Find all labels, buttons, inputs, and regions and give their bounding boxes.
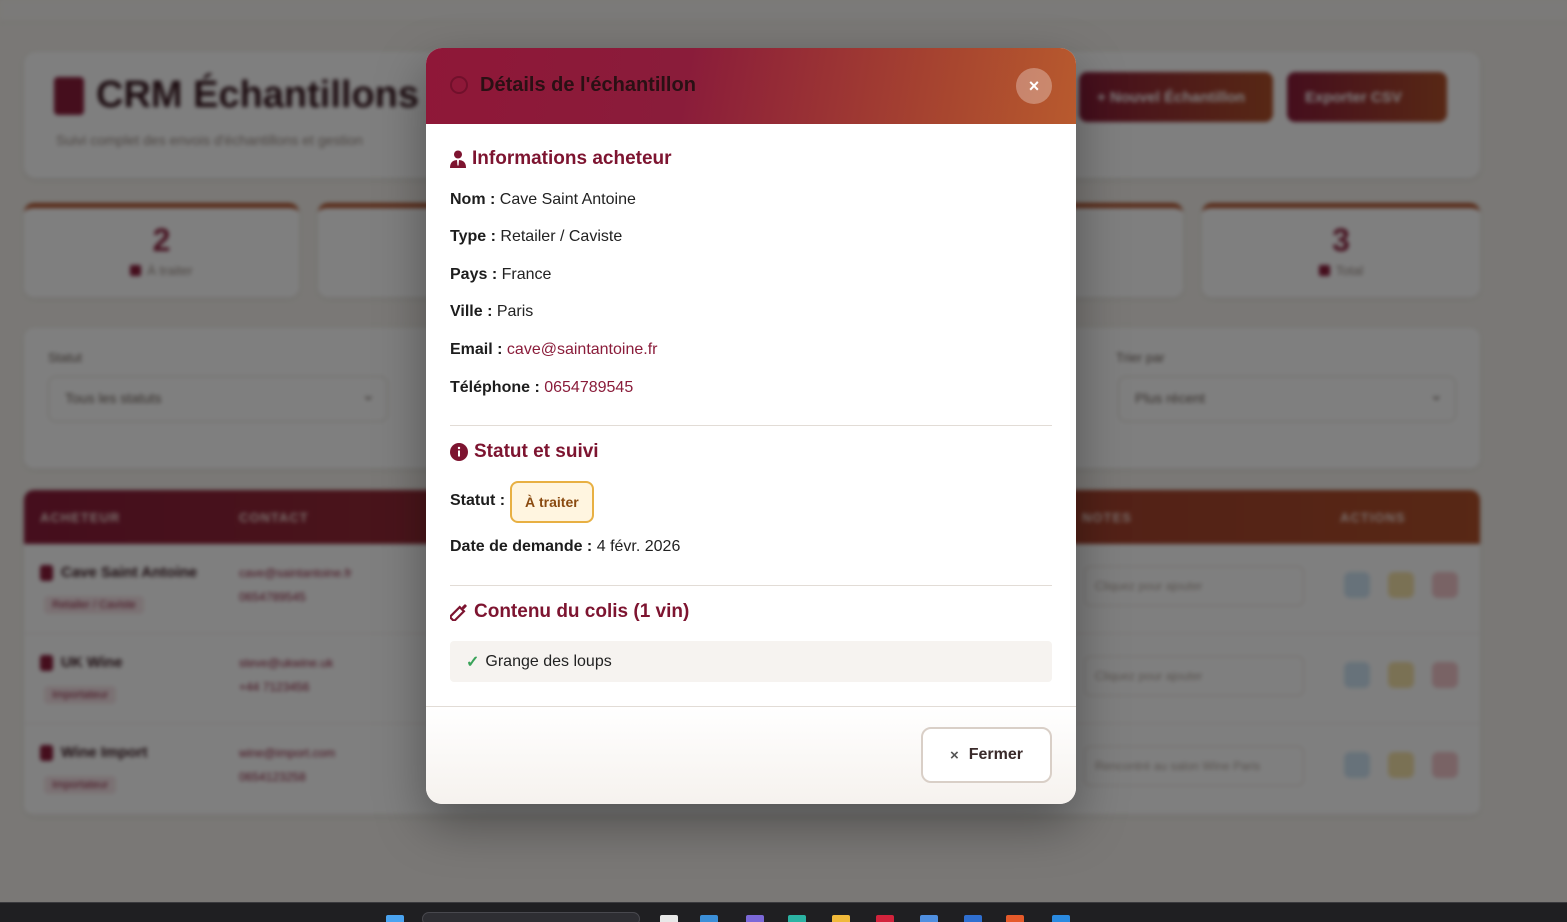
check-icon: ✓ [466,653,480,671]
list-item: ✓ Grange des loups [450,641,1052,682]
buyer-country-field: Pays : France [450,266,552,283]
buyer-type-field: Type : Retailer / Caviste [450,228,623,245]
app-icon[interactable] [746,915,764,922]
buyer-country-value: France [501,266,552,283]
contents-section-title: Contenu du colis (1 vin) [450,601,689,623]
close-button[interactable]: × Fermer [921,727,1052,783]
section-divider [450,585,1052,586]
vscode-icon[interactable] [1052,915,1070,922]
buyer-phone-field: Téléphone : 0654789545 [450,379,634,396]
close-icon[interactable]: × [1016,68,1052,104]
buyer-email-field: Email : cave@saintantoine.fr [450,341,658,358]
status-label: Statut : [450,492,506,509]
app-icon[interactable] [660,915,678,922]
buyer-type-value: Retailer / Caviste [500,228,623,245]
app-icon[interactable] [964,915,982,922]
app-icon[interactable] [1006,915,1024,922]
browser-icon[interactable] [788,915,806,922]
user-tie-icon [450,150,466,168]
sample-details-modal: Détails de l'échantillon × Informations … [426,48,1076,804]
info-icon [450,76,468,94]
status-badge: À traiter [510,481,594,523]
buyer-name-field: Nom : Cave Saint Antoine [450,191,636,208]
info-circle-icon [450,443,468,461]
phone-link[interactable]: 0654789545 [544,379,633,396]
section-divider [450,425,1052,426]
app-icon[interactable] [876,915,894,922]
close-icon: × [949,746,959,764]
request-date-field: Date de demande : 4 févr. 2026 [450,538,681,555]
taskbar-search[interactable] [422,912,640,922]
buyer-city-field: Ville : Paris [450,303,534,320]
buyer-section-title: Informations acheteur [450,148,672,170]
status-section-title: Statut et suivi [450,441,599,463]
modal-title: Détails de l'échantillon [480,74,696,96]
modal-header: Détails de l'échantillon × [426,48,1076,124]
taskbar [0,902,1567,922]
calendar-icon[interactable] [920,915,938,922]
wine-name: Grange des loups [485,652,612,670]
folder-icon[interactable] [832,915,850,922]
modal-footer: × Fermer [426,707,1076,804]
wine-bottle-icon [450,603,468,621]
close-button-label: Fermer [968,746,1023,763]
start-icon[interactable] [386,915,404,922]
buyer-name-value: Cave Saint Antoine [499,191,636,208]
request-date-value: 4 févr. 2026 [596,538,681,555]
app-icon[interactable] [700,915,718,922]
buyer-city-value: Paris [496,303,534,320]
email-link[interactable]: cave@saintantoine.fr [507,341,658,358]
